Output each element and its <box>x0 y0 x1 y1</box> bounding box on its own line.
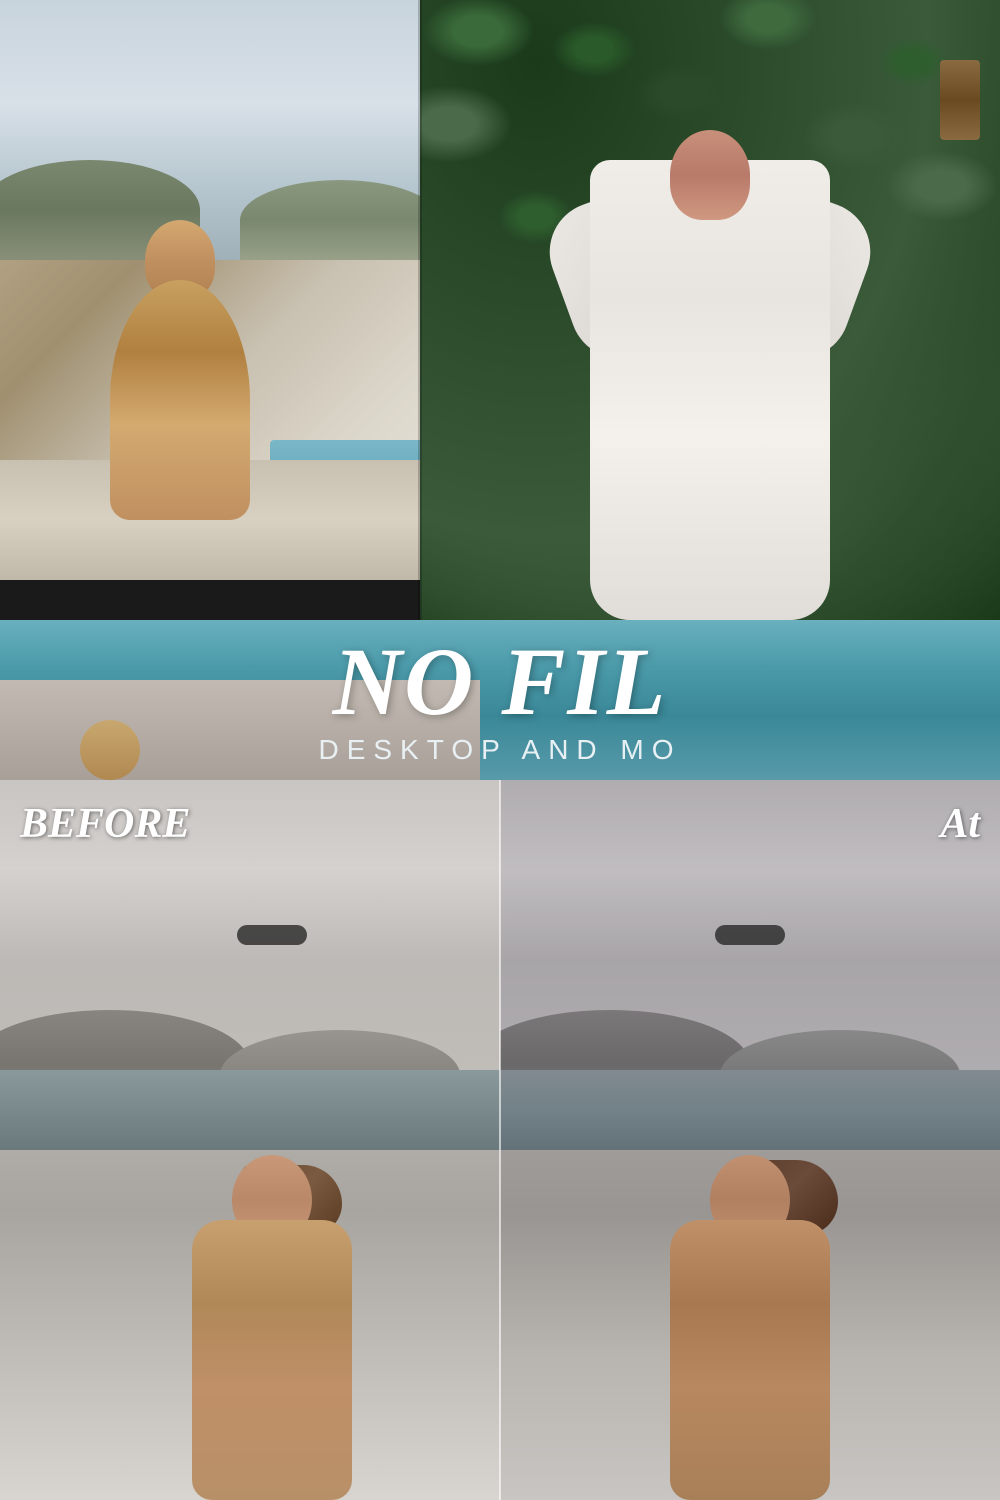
person-right <box>550 60 870 620</box>
before-person-torso <box>192 1220 352 1500</box>
before-person-figure <box>162 1140 382 1500</box>
person-right-head <box>670 130 750 220</box>
after-panel: At <box>500 780 1000 1500</box>
main-title: NO FIL <box>333 634 668 730</box>
collage-divider <box>418 0 422 620</box>
photo-right <box>420 0 1000 620</box>
top-collage <box>0 0 1000 620</box>
photo-left <box>0 0 420 580</box>
photo-left-inner <box>0 0 420 580</box>
after-photo <box>500 780 1000 1500</box>
lamp-decoration <box>940 60 980 140</box>
after-water <box>500 1070 1000 1150</box>
before-label: BEFORE <box>20 800 190 848</box>
banner-section: NO FIL DESKTOP AND MO <box>0 620 1000 780</box>
after-person-figure <box>640 1140 860 1500</box>
after-person-torso <box>670 1220 830 1500</box>
before-after-divider <box>499 780 501 1500</box>
bottom-section: BEFORE At <box>0 780 1000 1500</box>
person-body <box>110 280 250 520</box>
after-label: At <box>940 800 980 848</box>
dress-body <box>590 160 830 620</box>
after-sunglasses <box>715 925 785 945</box>
person-left <box>80 180 280 520</box>
page-wrapper: NO FIL DESKTOP AND MO B <box>0 0 1000 1500</box>
subtitle: DESKTOP AND MO <box>318 734 681 766</box>
before-panel: BEFORE <box>0 780 500 1500</box>
peek-person <box>80 720 140 780</box>
before-photo <box>0 780 500 1500</box>
sunglasses <box>237 925 307 945</box>
before-water <box>0 1070 500 1150</box>
